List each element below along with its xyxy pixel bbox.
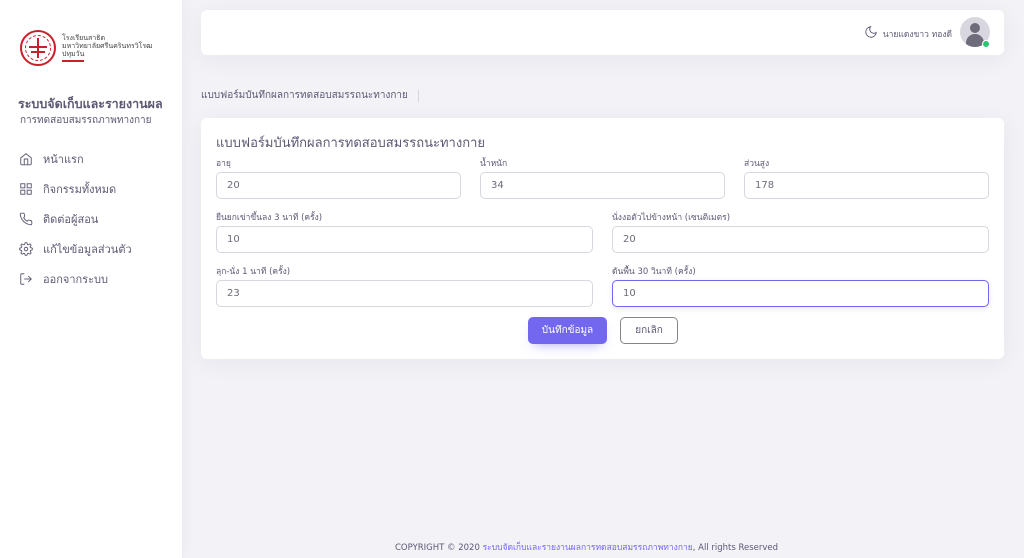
weight-field-group: น้ำหนัก 34 — [480, 158, 725, 199]
grid-icon — [18, 181, 34, 197]
gear-icon — [18, 241, 34, 257]
save-button[interactable]: บันทึกข้อมูล — [528, 317, 607, 344]
sit-up-input[interactable]: 23 — [216, 280, 593, 307]
sidebar-item-label: ออกจากระบบ — [43, 273, 108, 286]
logout-icon — [18, 271, 34, 287]
logo-line-2: มหาวิทยาลัยศรีนครินทรวิโรฒ — [62, 42, 153, 50]
step-up-label: ยืนยกเข่าขึ้นลง 3 นาที (ครั้ง) — [216, 213, 323, 223]
sidebar-nav: หน้าแรก กิจกรรมทั้งหมด ติดต่อผู้สอน แก้ไ… — [18, 144, 132, 294]
sidebar-item-label: กิจกรรมทั้งหมด — [43, 183, 117, 196]
sit-reach-field-group: นั่งงอตัวไปข้างหน้า (เซนติเมตร) 20 — [612, 212, 989, 253]
logo-line-1: โรงเรียนสาธิต — [62, 34, 105, 42]
logo-underline — [62, 60, 84, 62]
sit-reach-input[interactable]: 20 — [612, 226, 989, 253]
sidebar-item-profile[interactable]: แก้ไขข้อมูลส่วนตัว — [18, 234, 132, 264]
form-title: แบบฟอร์มบันทึกผลการทดสอบสมรรถนะทางกาย — [216, 136, 485, 151]
weight-label: น้ำหนัก — [480, 159, 508, 169]
step-up-input[interactable]: 10 — [216, 226, 593, 253]
logo-line-3: ปทุมวัน — [62, 50, 85, 58]
home-icon — [18, 151, 34, 167]
copyright-text: COPYRIGHT © 2020 — [395, 543, 480, 553]
push-up-field-group: ดันพื้น 30 วินาที (ครั้ง) 10 — [612, 266, 989, 307]
page-title: แบบฟอร์มบันทึกผลการทดสอบสมรรถนะทางกาย — [201, 90, 419, 102]
sidebar-item-home[interactable]: หน้าแรก — [18, 144, 132, 174]
push-up-label: ดันพื้น 30 วินาที (ครั้ง) — [612, 267, 696, 277]
push-up-input[interactable]: 10 — [612, 280, 989, 307]
footer-system-link[interactable]: ระบบจัดเก็บและรายงานผลการทดสอบสมรรถภาพทา… — [483, 543, 693, 553]
rights-text: , All rights Reserved — [692, 543, 779, 553]
age-input[interactable]: 20 — [216, 172, 461, 199]
sit-up-label: ลุก-นั่ง 1 นาที (ครั้ง) — [216, 267, 291, 277]
moon-icon[interactable] — [864, 25, 878, 39]
age-field-group: อายุ 20 — [216, 158, 461, 199]
user-icon — [970, 23, 980, 33]
system-subtitle: การทดสอบสมรรถภาพทางกาย — [20, 115, 152, 126]
footer: COPYRIGHT © 2020 ระบบจัดเก็บและรายงานผลก… — [395, 540, 778, 554]
logo-text: โรงเรียนสาธิต มหาวิทยาลัยศรีนครินทรวิโรฒ… — [62, 34, 153, 62]
school-seal-icon — [20, 30, 56, 66]
school-logo[interactable]: โรงเรียนสาธิต มหาวิทยาลัยศรีนครินทรวิโรฒ… — [20, 30, 153, 66]
sidebar-item-label: หน้าแรก — [43, 153, 84, 166]
user-name[interactable]: นายแดงขาว ทองดี — [883, 27, 952, 41]
system-title: ระบบจัดเก็บและรายงานผล — [18, 96, 163, 111]
online-status-dot — [982, 40, 990, 48]
sidebar: โรงเรียนสาธิต มหาวิทยาลัยศรีนครินทรวิโรฒ… — [0, 0, 182, 558]
weight-input[interactable]: 34 — [480, 172, 725, 199]
height-label: ส่วนสูง — [744, 159, 770, 169]
height-field-group: ส่วนสูง 178 — [744, 158, 989, 199]
step-up-field-group: ยืนยกเข่าขึ้นลง 3 นาที (ครั้ง) 10 — [216, 212, 593, 253]
phone-icon — [18, 211, 34, 227]
sidebar-item-label: แก้ไขข้อมูลส่วนตัว — [43, 243, 132, 256]
sit-up-field-group: ลุก-นั่ง 1 นาที (ครั้ง) 23 — [216, 266, 593, 307]
sidebar-item-activities[interactable]: กิจกรรมทั้งหมด — [18, 174, 132, 204]
sidebar-item-label: ติดต่อผู้สอน — [43, 213, 99, 226]
sit-reach-label: นั่งงอตัวไปข้างหน้า (เซนติเมตร) — [612, 213, 731, 223]
fitness-form-card: แบบฟอร์มบันทึกผลการทดสอบสมรรถนะทางกาย อา… — [201, 118, 1004, 359]
top-navbar: นายแดงขาว ทองดี — [201, 10, 1004, 55]
height-input[interactable]: 178 — [744, 172, 989, 199]
age-label: อายุ — [216, 159, 231, 169]
cancel-button[interactable]: ยกเลิก — [620, 317, 678, 344]
sidebar-item-logout[interactable]: ออกจากระบบ — [18, 264, 132, 294]
sidebar-item-contact[interactable]: ติดต่อผู้สอน — [18, 204, 132, 234]
